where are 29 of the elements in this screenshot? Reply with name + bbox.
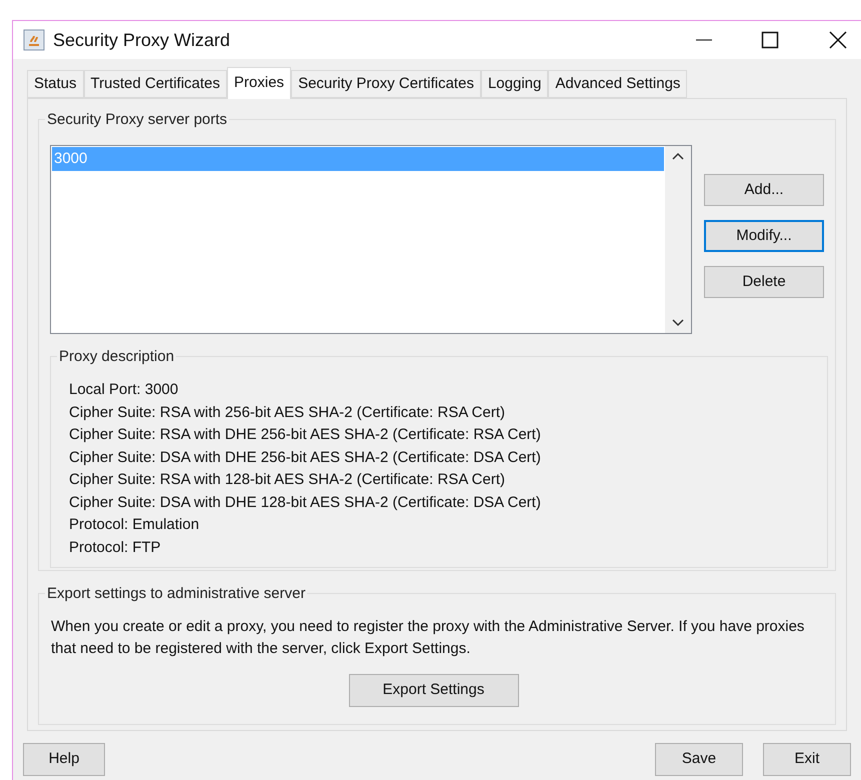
description-line: Cipher Suite: DSA with DHE 128-bit AES SHA-2 (Certificate: DSA Cert) xyxy=(69,492,541,512)
tab[interactable]: Trusted Certificates xyxy=(84,70,228,98)
dialog-button[interactable]: Exit xyxy=(763,743,851,776)
help-button[interactable]: Help xyxy=(23,743,105,776)
tab[interactable]: Logging xyxy=(480,70,548,98)
description-line: Cipher Suite: RSA with 256-bit AES SHA-2 (Certificate: RSA Cert) xyxy=(69,402,506,422)
tab[interactable]: Status xyxy=(27,70,84,98)
description-line: Local Port: 3000 xyxy=(69,380,178,400)
tab[interactable]: Security Proxy Certificates xyxy=(291,70,481,98)
description-line: Cipher Suite: RSA with 128-bit AES SHA-2 (Certificate: RSA Cert) xyxy=(69,470,506,490)
maximize-icon[interactable] xyxy=(761,31,779,49)
scrollbar[interactable] xyxy=(665,146,691,333)
window-title: Security Proxy Wizard xyxy=(53,28,230,52)
description-line: Protocol: FTP xyxy=(69,538,161,558)
tab[interactable]: Advanced Settings xyxy=(548,70,688,98)
export-settings-button[interactable]: Export Settings xyxy=(348,674,518,707)
export-description: When you create or edit a proxy, you need to register the proxy with the Administrative Server. If you have proxies that need to be registered with the server, click Export Settings. xyxy=(51,617,806,659)
app-icon xyxy=(23,29,45,51)
scroll-up-icon[interactable] xyxy=(672,152,684,160)
description-line: Cipher Suite: DSA with DHE 256-bit AES SHA-2 (Certificate: DSA Cert) xyxy=(69,448,541,468)
tab[interactable]: Proxies xyxy=(227,67,292,99)
scroll-down-icon[interactable] xyxy=(672,319,684,327)
dialog-button[interactable]: Add... xyxy=(704,174,824,206)
dialog-button[interactable]: Delete xyxy=(704,266,824,298)
description-line: Protocol: Emulation xyxy=(69,515,200,535)
dialog-button[interactable]: Save xyxy=(655,743,743,776)
description-line: Cipher Suite: RSA with DHE 256-bit AES SHA-2 (Certificate: RSA Cert) xyxy=(69,425,541,445)
dialog-button[interactable]: Modify... xyxy=(704,220,824,252)
close-icon[interactable] xyxy=(829,31,847,49)
